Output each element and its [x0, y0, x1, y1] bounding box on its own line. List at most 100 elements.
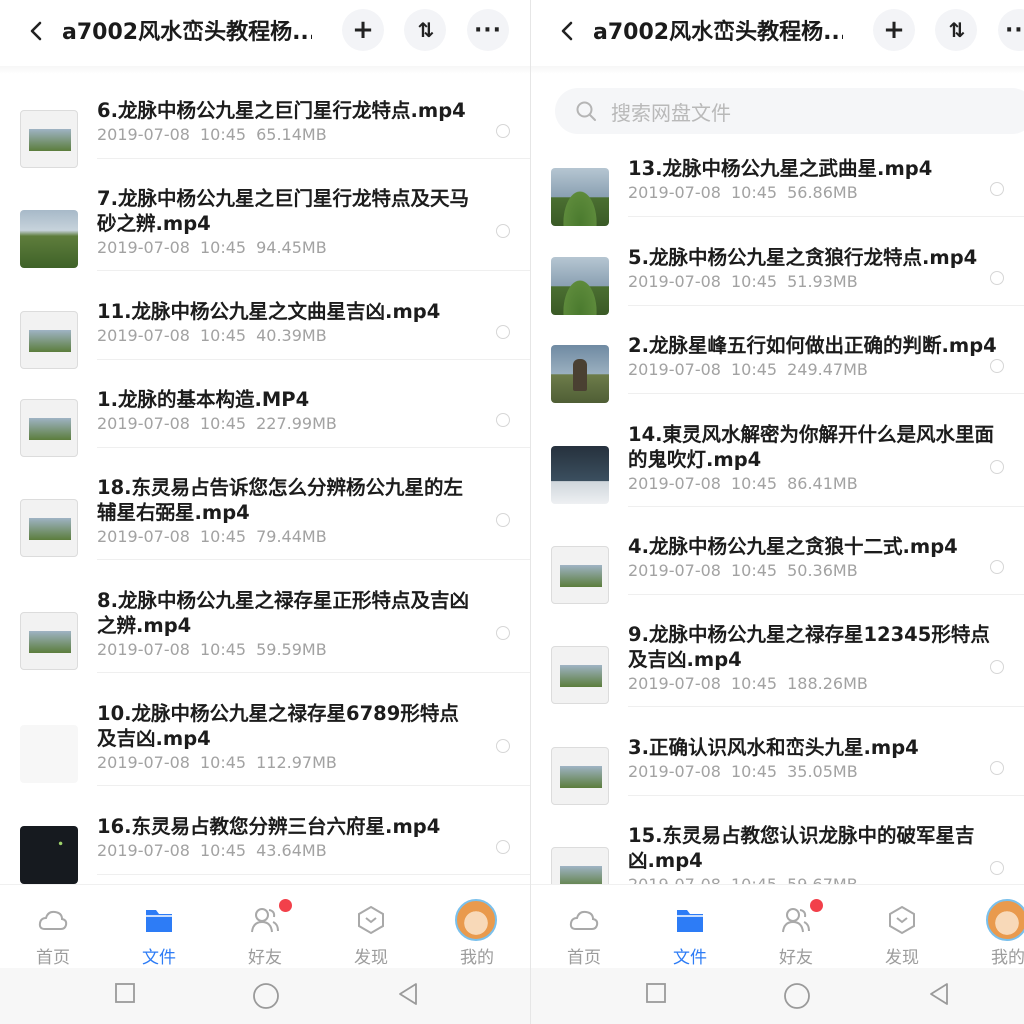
video-thumbnail — [20, 499, 78, 557]
sort-button[interactable]: ⇅ — [404, 9, 446, 51]
discover-icon — [889, 905, 915, 935]
file-name: 15.东灵易占教您认识龙脉中的破军星吉凶.mp4 — [628, 824, 975, 872]
file-date: 2019-07-08 — [628, 474, 721, 493]
select-radio[interactable] — [496, 513, 510, 527]
file-date: 2019-07-08 — [628, 272, 721, 291]
tab-files[interactable]: 文件 — [650, 885, 730, 969]
select-radio[interactable] — [990, 560, 1004, 574]
file-date: 2019-07-08 — [97, 753, 190, 772]
file-name: 5.龙脉中杨公九星之贪狼行龙特点.mp4 — [628, 246, 978, 269]
select-radio[interactable] — [990, 660, 1004, 674]
select-radio[interactable] — [496, 626, 510, 640]
file-time: 10:45 — [199, 326, 247, 345]
recent-apps-icon[interactable] — [114, 982, 136, 1004]
select-radio[interactable] — [990, 359, 1004, 373]
file-name: 18.东灵易占告诉您怎么分辨杨公九星的左辅星右弼星.mp4 — [97, 476, 464, 524]
file-meta: 2019-07-08 10:45 94.45MB — [97, 238, 327, 257]
file-meta: 2019-07-08 10:45 59.59MB — [97, 640, 327, 659]
select-radio[interactable] — [496, 840, 510, 854]
file-size: 65.14MB — [256, 125, 327, 144]
file-meta: 2019-07-08 10:45 43.64MB — [97, 841, 327, 860]
back-arrow-icon[interactable] — [26, 20, 48, 42]
folder-title: a7002风水峦头教程杨... — [62, 20, 312, 45]
cloud-icon — [38, 910, 68, 930]
file-size: 227.99MB — [256, 414, 337, 433]
file-time: 10:45 — [730, 272, 778, 291]
tab-me[interactable]: 我的 — [968, 885, 1024, 969]
tab-friends[interactable]: 好友 — [225, 885, 305, 969]
tab-label: 文件 — [142, 948, 176, 968]
tab-bar: 首页 文件 好友 发现 我的 — [0, 884, 530, 968]
back-arrow-icon[interactable] — [557, 20, 579, 42]
select-radio[interactable] — [496, 124, 510, 138]
row-separator — [628, 305, 1024, 306]
row-separator — [628, 216, 1024, 217]
back-icon[interactable] — [927, 982, 951, 1006]
tab-bar: 首页 文件 好友 发现 我的 — [531, 884, 1024, 968]
system-nav-bar — [0, 968, 530, 1024]
select-radio[interactable] — [990, 861, 1004, 875]
file-size: 188.26MB — [787, 674, 868, 693]
select-radio[interactable] — [496, 739, 510, 753]
select-radio[interactable] — [496, 224, 510, 238]
file-size: 94.45MB — [256, 238, 327, 257]
more-button[interactable]: ··· — [467, 9, 509, 51]
tab-discover[interactable]: 发现 — [862, 885, 942, 969]
select-radio[interactable] — [990, 761, 1004, 775]
file-size: 79.44MB — [256, 527, 327, 546]
home-icon[interactable] — [252, 982, 280, 1010]
tab-me[interactable]: 我的 — [437, 885, 517, 969]
tab-files[interactable]: 文件 — [119, 885, 199, 969]
row-separator — [628, 393, 1024, 394]
file-meta: 2019-07-08 10:45 79.44MB — [97, 527, 327, 546]
file-date: 2019-07-08 — [97, 640, 190, 659]
file-name: 14.東灵风水解密为你解开什么是风水里面的鬼吹灯.mp4 — [628, 423, 995, 471]
file-name: 16.东灵易占教您分辨三台六府星.mp4 — [97, 815, 441, 838]
sort-button[interactable]: ⇅ — [935, 9, 977, 51]
recent-apps-icon[interactable] — [645, 982, 667, 1004]
select-radio[interactable] — [990, 182, 1004, 196]
file-date: 2019-07-08 — [628, 183, 721, 202]
file-time: 10:45 — [199, 527, 247, 546]
file-name: 7.龙脉中杨公九星之巨门星行龙特点及天马砂之辨.mp4 — [97, 187, 469, 235]
tab-home[interactable]: 首页 — [13, 885, 93, 969]
tab-label: 发现 — [885, 948, 919, 968]
video-thumbnail — [20, 725, 78, 783]
folder-icon — [677, 910, 703, 932]
file-date: 2019-07-08 — [97, 326, 190, 345]
system-nav-bar — [531, 968, 1024, 1024]
file-size: 112.97MB — [256, 753, 337, 772]
back-icon[interactable] — [396, 982, 420, 1006]
add-button[interactable]: + — [873, 9, 915, 51]
file-name: 2.龙脉星峰五行如何做出正确的判断.mp4 — [628, 334, 997, 357]
file-time: 10:45 — [199, 238, 247, 257]
home-icon[interactable] — [783, 982, 811, 1010]
select-radio[interactable] — [496, 325, 510, 339]
file-name: 4.龙脉中杨公九星之贪狼十二式.mp4 — [628, 535, 958, 558]
file-size: 56.86MB — [787, 183, 858, 202]
file-size: 43.64MB — [256, 841, 327, 860]
row-separator — [628, 506, 1024, 507]
more-button[interactable]: ··· — [998, 9, 1024, 51]
tab-label: 我的 — [460, 948, 494, 968]
select-radio[interactable] — [496, 413, 510, 427]
select-radio[interactable] — [990, 460, 1004, 474]
tab-friends[interactable]: 好友 — [756, 885, 836, 969]
video-thumbnail — [551, 546, 609, 604]
tab-label: 首页 — [567, 948, 601, 968]
tab-home[interactable]: 首页 — [544, 885, 624, 969]
file-time: 10:45 — [199, 414, 247, 433]
file-date: 2019-07-08 — [97, 414, 190, 433]
file-meta: 2019-07-08 10:45 227.99MB — [97, 414, 337, 433]
add-button[interactable]: + — [342, 9, 384, 51]
file-meta: 2019-07-08 10:45 86.41MB — [628, 474, 858, 493]
tab-discover[interactable]: 发现 — [331, 885, 411, 969]
video-thumbnail — [551, 257, 609, 315]
tab-label: 文件 — [673, 948, 707, 968]
file-time: 10:45 — [730, 674, 778, 693]
file-time: 10:45 — [730, 360, 778, 379]
select-radio[interactable] — [990, 271, 1004, 285]
search-bar[interactable]: 搜索网盘文件 — [555, 88, 1024, 134]
file-meta: 2019-07-08 10:45 249.47MB — [628, 360, 868, 379]
avatar — [455, 899, 497, 941]
